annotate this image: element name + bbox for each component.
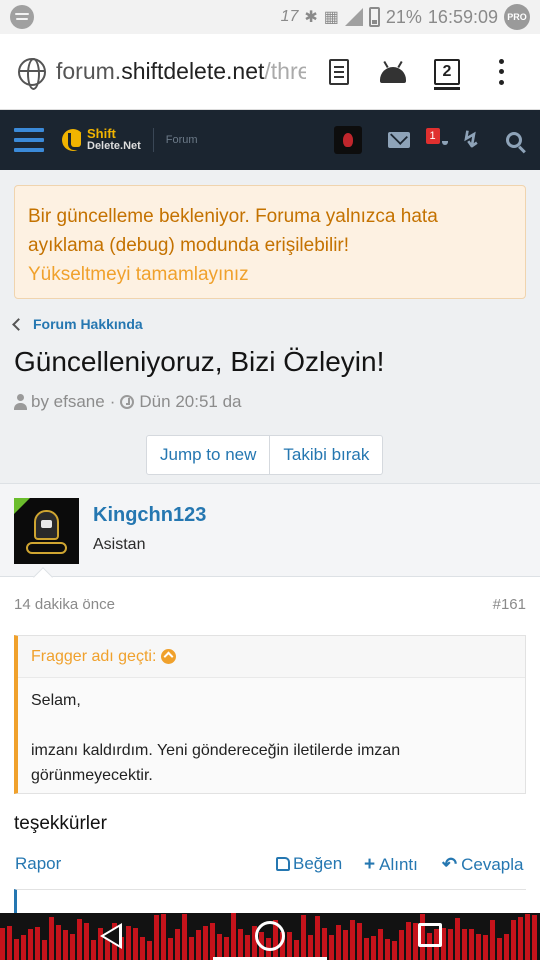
tab-count: 2	[434, 58, 460, 90]
upgrade-notice: Bir güncelleme bekleniyor. Foruma yalnız…	[14, 185, 526, 299]
site-logo[interactable]: Shift Delete.Net	[62, 126, 141, 152]
url-subdomain: forum.	[56, 58, 122, 84]
chevron-left-icon	[12, 317, 25, 331]
battery-icon	[368, 7, 380, 27]
clock-icon	[120, 395, 135, 409]
browser-toolbar: forum.shiftdelete.net/thre 2	[0, 34, 540, 110]
quote-attribution-text: Fragger adı geçti:	[31, 647, 157, 665]
reader-mode-button[interactable]	[318, 49, 360, 95]
like-button[interactable]: Beğen	[276, 854, 342, 874]
post-text: teşekkürler	[14, 813, 107, 834]
post-user-role: Asistan	[93, 536, 146, 553]
quote-attribution[interactable]: Fragger adı geçti:	[18, 636, 525, 678]
logo-text-line1: Shift	[87, 126, 116, 141]
jump-to-new-button[interactable]: Jump to new	[147, 436, 269, 474]
browser-menu-button[interactable]	[480, 49, 522, 95]
android-nav-bar	[0, 913, 540, 960]
reply-button[interactable]: ↶ Cevapla	[442, 854, 523, 875]
search-icon[interactable]	[506, 132, 522, 148]
vibrate-icon: ▦	[323, 9, 339, 26]
breadcrumb[interactable]: Forum Hakkında	[12, 316, 143, 332]
forum-header: Shift Delete.Net Forum 1 ↯	[0, 110, 540, 170]
post-number[interactable]: #161	[493, 596, 526, 613]
status-bar: 17 ✱ ▦ 21% 16:59:09 PRO	[0, 0, 540, 34]
reply-label: Cevapla	[461, 854, 524, 874]
battery-level: 21%	[385, 6, 422, 27]
thread-button-group: Jump to new Takibi bırak	[146, 435, 384, 475]
alerts-badge: 1	[425, 128, 440, 144]
hamburger-menu-icon[interactable]	[14, 128, 44, 152]
thumbs-up-icon	[276, 857, 290, 871]
kebab-menu-icon	[498, 58, 504, 85]
recent-apps-icon[interactable]	[418, 923, 442, 947]
user-icon	[14, 394, 27, 410]
section-label: Forum	[165, 134, 198, 146]
user-avatar[interactable]	[333, 126, 362, 154]
plus-icon: +	[364, 854, 376, 875]
report-button[interactable]: Rapor	[15, 854, 61, 874]
post-actions: Rapor Beğen + Alıntı ↶ Cevapla	[0, 854, 540, 880]
signal-icon	[344, 8, 363, 26]
android-button[interactable]	[372, 49, 414, 95]
notification-count: 17	[280, 8, 299, 25]
thread-author[interactable]: by efsane	[31, 392, 105, 412]
reply-icon: ↶	[442, 854, 458, 874]
bolt-icon[interactable]: ↯	[462, 129, 480, 151]
quote-label: Alıntı	[379, 855, 418, 874]
thread-meta: by efsane · Dün 20:51 da	[14, 392, 242, 412]
post-time[interactable]: 14 dakika önce	[14, 596, 115, 613]
post-message: Kingchn123 Asistan 14 dakika önce #161 F…	[0, 483, 540, 914]
quote-block: Fragger adı geçti: Selam, imzanı kaldırd…	[14, 635, 526, 794]
spotify-icon	[10, 5, 34, 29]
quote-body: Selam, imzanı kaldırdım. Yeni göndereceğ…	[18, 678, 525, 793]
url-host: shiftdelete.net	[121, 58, 265, 84]
notice-message: Bir güncelleme bekleniyor. Foruma yalnız…	[28, 206, 438, 256]
globe-icon	[18, 57, 46, 90]
android-icon	[380, 66, 406, 83]
post-avatar[interactable]	[14, 498, 79, 564]
breadcrumb-label: Forum Hakkında	[33, 316, 143, 332]
post-username[interactable]: Kingchn123	[93, 504, 206, 527]
bluetooth-icon: ✱	[304, 9, 318, 26]
post-user-header: Kingchn123 Asistan	[0, 484, 540, 577]
mail-icon[interactable]	[387, 132, 410, 148]
url-bar[interactable]: forum.shiftdelete.net/thre	[56, 58, 306, 85]
home-icon[interactable]	[255, 921, 285, 951]
online-indicator	[14, 498, 30, 514]
like-label: Beğen	[293, 854, 343, 873]
next-quote-block	[14, 889, 526, 914]
thread-title: Güncelleniyoruz, Bizi Özleyin!	[14, 346, 385, 377]
quote-line: imzanı kaldırdım. Yeni göndereceğin ilet…	[31, 742, 401, 784]
logo-mark-icon	[62, 129, 84, 151]
quote-line: Selam,	[31, 692, 81, 709]
pro-badge: PRO	[504, 4, 530, 30]
clock-time: 16:59:09	[427, 6, 498, 27]
thread-time[interactable]: Dün 20:51 da	[139, 392, 241, 412]
document-icon	[329, 58, 349, 85]
meta-separator: ·	[109, 392, 116, 411]
back-icon[interactable]	[100, 923, 122, 949]
logo-text-line2: Delete.Net	[87, 140, 141, 152]
logo-divider	[152, 128, 154, 152]
quote-button[interactable]: + Alıntı	[364, 854, 418, 876]
url-path: /thre	[264, 58, 306, 84]
complete-upgrade-link[interactable]: Yükseltmeyi tamamlayınız	[28, 260, 512, 289]
arrow-up-circle-icon[interactable]	[161, 649, 177, 664]
tabs-button[interactable]: 2	[426, 49, 468, 95]
unwatch-button[interactable]: Takibi bırak	[269, 436, 382, 474]
